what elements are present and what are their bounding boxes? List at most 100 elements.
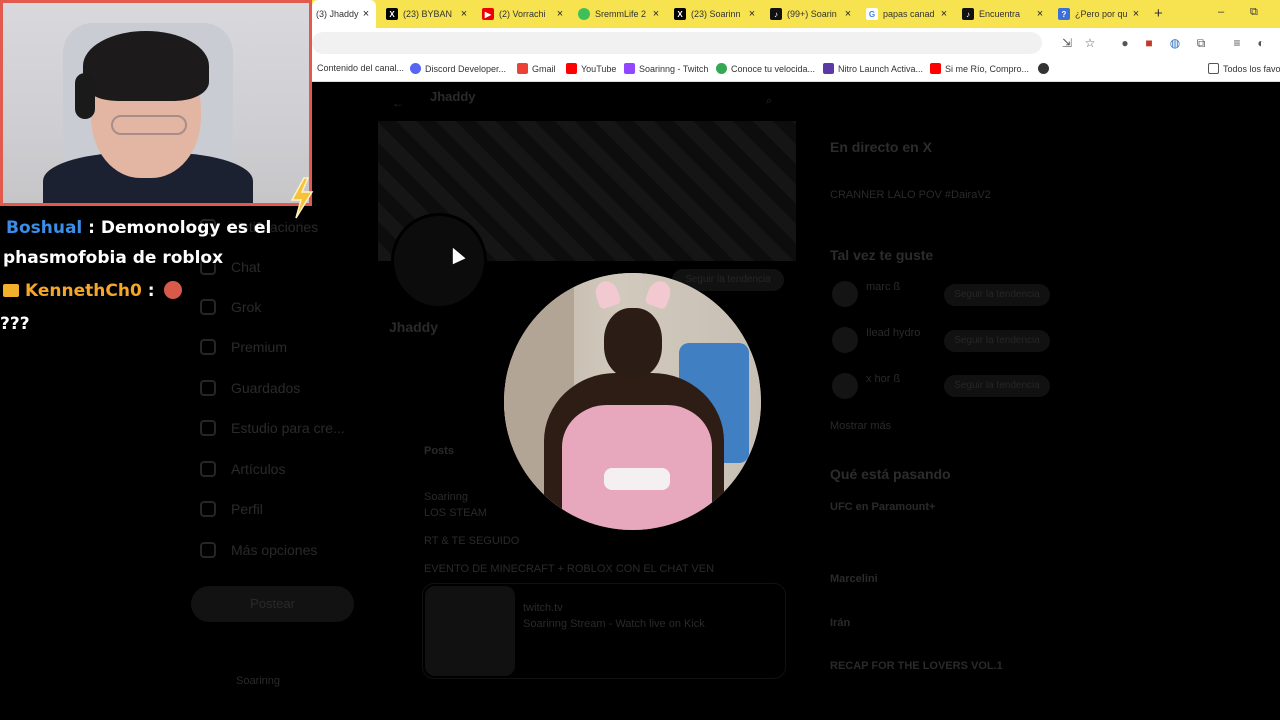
sidebar-item-label: Guardados xyxy=(231,380,301,396)
bookmark-label: Nitro Launch Activa... xyxy=(838,63,924,74)
sidebar-item-premium[interactable]: Premium xyxy=(200,339,287,355)
new-tab-button[interactable]: + xyxy=(1154,5,1163,22)
sidebar-item-articulos[interactable]: Artículos xyxy=(200,461,285,477)
link-card-source: twitch.tv xyxy=(523,602,563,614)
live-text[interactable]: CRANNER LALO POV #DairaV2 xyxy=(830,189,991,201)
trend-item[interactable]: RECAP FOR THE LOVERS VOL.1 xyxy=(830,660,1003,672)
extension-icon[interactable]: ■ xyxy=(1142,36,1156,50)
tab-sremmlife[interactable]: SremmLife 2 × xyxy=(572,3,666,25)
url-input[interactable] xyxy=(312,32,1042,54)
suggest-name[interactable]: x hor ß xyxy=(866,373,900,385)
bookmark-item[interactable]: Contenido del canal... xyxy=(317,63,404,73)
profile-avatar[interactable] xyxy=(391,213,487,309)
chat-separator: : xyxy=(141,281,161,301)
show-more-link[interactable]: Mostrar más xyxy=(830,420,891,432)
post-button[interactable]: Postear xyxy=(191,586,354,622)
bookmark-item[interactable]: YouTube xyxy=(566,63,616,74)
link-card[interactable]: twitch.tv Soarinng Stream - Watch live o… xyxy=(422,583,786,679)
sidebar-item-mas[interactable]: Más opciones xyxy=(200,542,317,558)
sidebar-item-grok[interactable]: Grok xyxy=(200,299,261,315)
bookmark-item[interactable]: Conoce tu velocida... xyxy=(716,63,815,74)
chat-text: Demonology es el xyxy=(100,218,272,238)
profile-name: Jhaddy xyxy=(389,319,439,335)
sidebar-item-perfil[interactable]: Perfil xyxy=(200,501,263,517)
suggest-name[interactable]: marc ß xyxy=(866,281,900,293)
bookmark-item[interactable] xyxy=(1038,63,1053,74)
tab-label: (99+) Soarin xyxy=(787,9,837,19)
avatar[interactable] xyxy=(832,327,858,353)
media-icon[interactable]: ≡ xyxy=(1230,36,1244,50)
link-card-thumbnail xyxy=(425,586,515,676)
extension-icon[interactable]: ◍ xyxy=(1168,36,1182,50)
trend-item[interactable]: Marcelini xyxy=(830,573,878,585)
follow-button[interactable]: Seguir la tendencia xyxy=(944,375,1050,397)
close-icon[interactable]: × xyxy=(458,8,470,20)
follow-button[interactable]: Seguir la tendencia xyxy=(944,330,1050,352)
post-text: LOS STEAM xyxy=(424,507,487,519)
star-icon[interactable]: ☆ xyxy=(1083,36,1097,50)
sidebar-item-label: Más opciones xyxy=(231,542,318,558)
twitch-icon xyxy=(578,8,590,20)
youtube-icon xyxy=(566,63,577,74)
image-person-head xyxy=(604,308,662,378)
circle-image xyxy=(504,273,761,530)
nitro-icon xyxy=(823,63,834,74)
bookmark-item[interactable]: Soarinng - Twitch xyxy=(624,63,708,74)
tab-soarin-tiktok[interactable]: ♪ (99+) Soarin × xyxy=(764,3,858,25)
suggest-name[interactable]: Ilead hydro xyxy=(866,327,920,339)
tab-byban[interactable]: X (23) BYBAN × xyxy=(380,3,474,25)
minimize-button[interactable]: – xyxy=(1218,6,1224,18)
follow-button[interactable]: Seguir la tendencia xyxy=(944,284,1050,306)
all-bookmarks[interactable]: Todos los favor xyxy=(1208,63,1280,74)
close-icon[interactable]: × xyxy=(842,8,854,20)
close-icon[interactable]: × xyxy=(650,8,662,20)
premium-icon xyxy=(200,339,216,355)
bookmark-label: Soarinng - Twitch xyxy=(639,63,709,74)
tab-label: (23) BYBAN xyxy=(403,9,453,19)
youtube-icon xyxy=(930,63,941,74)
extension-icon[interactable]: ● xyxy=(1118,36,1132,50)
close-icon[interactable]: × xyxy=(360,8,372,20)
close-icon[interactable]: × xyxy=(1034,8,1046,20)
chat-text: ??? xyxy=(0,314,30,334)
sidebar-item-estudio[interactable]: Estudio para cre... xyxy=(200,420,345,436)
bookmark-item[interactable]: Gmail xyxy=(517,63,556,74)
tab-posts[interactable]: Posts xyxy=(424,445,454,457)
webcam-overlay xyxy=(0,0,312,206)
close-icon[interactable]: × xyxy=(746,8,758,20)
chat-icon: ? xyxy=(1058,8,1070,20)
chat-message: KennethCh0 : xyxy=(3,281,183,301)
tab-pero-por[interactable]: ? ¿Pero por qu × xyxy=(1052,3,1146,25)
restore-button[interactable]: ⧉ xyxy=(1250,6,1258,19)
trend-item[interactable]: Irán xyxy=(830,617,850,629)
sidebar-item-guardados[interactable]: Guardados xyxy=(200,380,300,396)
install-icon[interactable]: ⇲ xyxy=(1060,36,1074,50)
bookmark-item[interactable]: Discord Developer... xyxy=(410,63,506,74)
close-icon[interactable]: × xyxy=(938,8,950,20)
post-author[interactable]: Soarinng xyxy=(424,491,468,503)
tab-papas[interactable]: G papas canad × xyxy=(860,3,954,25)
tab-label: SremmLife 2 xyxy=(595,9,647,19)
image-bow xyxy=(604,468,670,490)
chat-text-continuation: phasmofobia de roblox xyxy=(3,248,224,268)
bookmark-item[interactable]: Si me Río, Compro... xyxy=(930,63,1029,74)
account-name[interactable]: Soarinng xyxy=(236,675,280,687)
studio-icon xyxy=(200,420,216,436)
close-icon[interactable]: × xyxy=(554,8,566,20)
close-icon[interactable]: × xyxy=(1130,8,1142,20)
avatar[interactable] xyxy=(832,281,858,307)
tab-soarinn[interactable]: X (23) Soarinn × xyxy=(668,3,762,25)
back-arrow-icon[interactable]: ← xyxy=(392,96,404,110)
avatar[interactable]: ◐ xyxy=(1254,36,1268,50)
bookmark-item[interactable]: Nitro Launch Activa... xyxy=(823,63,923,74)
tab-jhaddy[interactable]: (3) Jhaddy × xyxy=(312,0,376,28)
tab-label: (3) Jhaddy xyxy=(316,9,359,19)
puzzle-icon[interactable]: ⧉ xyxy=(1194,36,1208,50)
x-icon: X xyxy=(674,8,686,20)
x-icon: X xyxy=(386,8,398,20)
search-icon[interactable]: ⌕ xyxy=(766,95,772,108)
trend-item[interactable]: UFC en Paramount+ xyxy=(830,501,935,513)
avatar[interactable] xyxy=(832,373,858,399)
tab-encuentra[interactable]: ♪ Encuentra × xyxy=(956,3,1050,25)
tab-vorrachi[interactable]: ▶ (2) Vorrachi × xyxy=(476,3,570,25)
